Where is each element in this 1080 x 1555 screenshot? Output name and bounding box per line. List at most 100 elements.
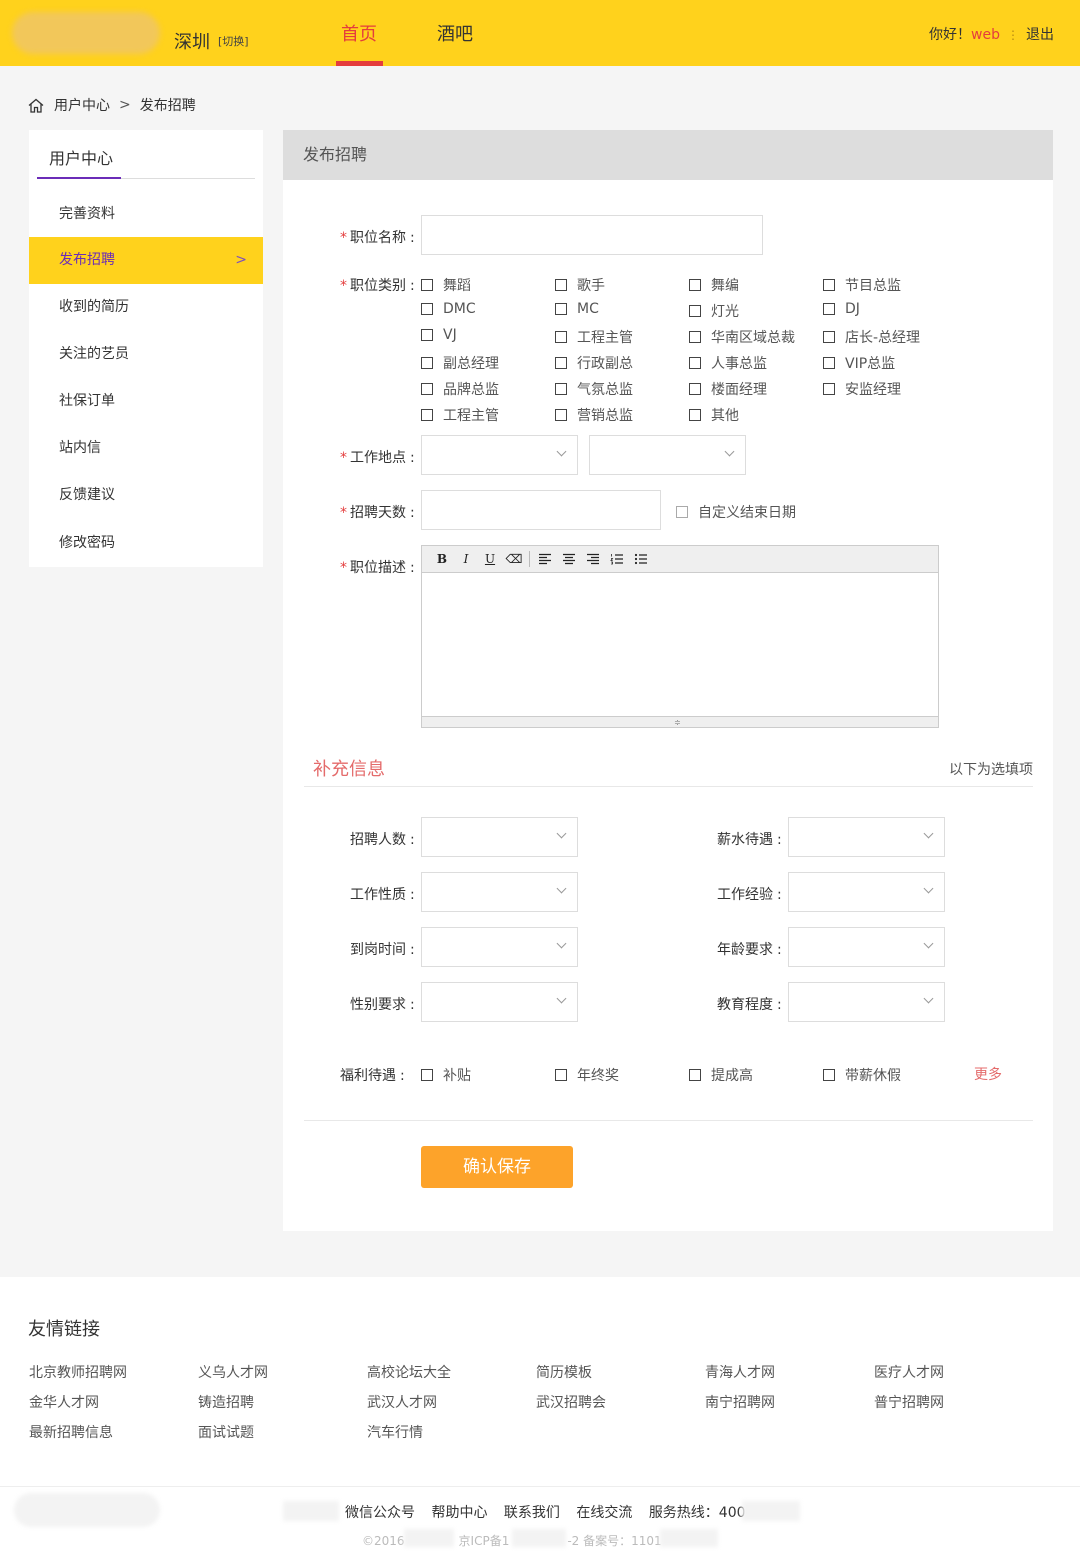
sidebar-item-messages[interactable]: 站内信: [29, 425, 263, 472]
job-type-select[interactable]: [421, 872, 578, 912]
start-time-select[interactable]: [421, 927, 578, 967]
gender-select[interactable]: [421, 982, 578, 1022]
education-select[interactable]: [788, 982, 945, 1022]
job-category-checkbox[interactable]: VIP总监: [823, 353, 895, 373]
job-category-checkbox[interactable]: 人事总监: [689, 353, 767, 373]
friend-link[interactable]: 青海人才网: [705, 1362, 775, 1382]
job-category-checkbox[interactable]: DMC: [421, 301, 476, 317]
benefit-checkbox[interactable]: 提成高: [689, 1065, 753, 1085]
job-category-checkbox[interactable]: 气氛总监: [555, 379, 633, 399]
salary-select[interactable]: [788, 817, 945, 857]
friend-link[interactable]: 医疗人才网: [874, 1362, 944, 1382]
nav-home[interactable]: 首页: [341, 20, 377, 46]
eraser-icon[interactable]: ⌫: [502, 549, 526, 569]
sidebar-item-profile[interactable]: 完善资料: [29, 191, 263, 238]
sidebar: 用户中心 完善资料 发布招聘 > 收到的简历 关注的艺员 社保订单 站内信 反馈建…: [29, 130, 263, 567]
job-category-checkbox[interactable]: 舞蹈: [421, 275, 471, 295]
footer-wechat-link[interactable]: 微信公众号: [345, 1505, 415, 1521]
footer-divider: [0, 1486, 1080, 1487]
friend-link[interactable]: 高校论坛大全: [367, 1362, 451, 1382]
friend-link[interactable]: 普宁招聘网: [874, 1392, 944, 1412]
job-name-input[interactable]: [421, 215, 763, 255]
breadcrumb-current: 发布招聘: [139, 98, 196, 114]
start-time-label: 到岗时间:: [350, 942, 415, 958]
job-category-checkbox[interactable]: 工程主管: [555, 327, 633, 347]
job-category-checkbox[interactable]: 店长-总经理: [823, 327, 920, 347]
ordered-list-icon[interactable]: [605, 549, 629, 569]
job-category-checkbox[interactable]: 工程主管: [421, 405, 499, 425]
friend-link[interactable]: 北京教师招聘网: [29, 1362, 127, 1382]
friend-link[interactable]: 武汉招聘会: [536, 1392, 606, 1412]
friend-link[interactable]: 面试试题: [198, 1422, 254, 1442]
footer-help-link[interactable]: 帮助中心: [431, 1505, 487, 1521]
friend-link[interactable]: 武汉人才网: [367, 1392, 437, 1412]
province-select[interactable]: [421, 435, 578, 475]
underline-button[interactable]: U: [478, 549, 502, 569]
sidebar-item-social-orders[interactable]: 社保订单: [29, 378, 263, 425]
job-category-checkbox[interactable]: 营销总监: [555, 405, 633, 425]
job-category-checkbox[interactable]: 灯光: [689, 301, 739, 321]
friend-link[interactable]: 铸造招聘: [198, 1392, 254, 1412]
job-category-checkbox[interactable]: 行政副总: [555, 353, 633, 373]
friend-link[interactable]: 金华人才网: [29, 1392, 99, 1412]
chevron-down-icon: [556, 446, 567, 457]
friend-link[interactable]: 简历模板: [536, 1362, 592, 1382]
sidebar-item-feedback[interactable]: 反馈建议: [29, 472, 263, 519]
align-center-icon[interactable]: [557, 549, 581, 569]
sidebar-item-post-job[interactable]: 发布招聘 >: [29, 237, 263, 284]
city-switch-link[interactable]: [切换]: [218, 33, 249, 49]
benefit-checkbox[interactable]: 补贴: [421, 1065, 471, 1085]
custom-end-date-checkbox[interactable]: 自定义结束日期: [676, 502, 796, 522]
friend-link[interactable]: 义乌人才网: [198, 1362, 268, 1382]
editor-resize-bar[interactable]: ≑: [422, 716, 938, 727]
chevron-down-icon: [724, 446, 735, 457]
job-category-checkbox[interactable]: 华南区域总裁: [689, 327, 795, 347]
italic-button[interactable]: I: [454, 549, 478, 569]
footer-nav: 微信公众号 帮助中心 联系我们 在线交流 服务热线：400-: [345, 1502, 763, 1522]
benefit-checkbox[interactable]: 年终奖: [555, 1065, 619, 1085]
job-category-checkbox[interactable]: MC: [555, 301, 599, 317]
job-category-checkbox[interactable]: 副总经理: [421, 353, 499, 373]
footer-chat-link[interactable]: 在线交流: [576, 1505, 632, 1521]
job-category-checkbox[interactable]: 楼面经理: [689, 379, 767, 399]
friend-link[interactable]: 南宁招聘网: [705, 1392, 775, 1412]
bold-button[interactable]: B: [430, 549, 454, 569]
align-right-icon[interactable]: [581, 549, 605, 569]
job-category-checkbox[interactable]: 其他: [689, 405, 739, 425]
more-benefits-link[interactable]: 更多: [974, 1064, 1002, 1084]
job-category-checkbox[interactable]: 安监经理: [823, 379, 901, 399]
job-category-checkbox[interactable]: VJ: [421, 327, 457, 343]
job-category-checkbox[interactable]: DJ: [823, 301, 860, 317]
username-link[interactable]: web: [971, 27, 1000, 43]
unordered-list-icon[interactable]: [629, 549, 653, 569]
save-button[interactable]: 确认保存: [421, 1146, 573, 1188]
blurred-text: [512, 1529, 566, 1547]
site-logo[interactable]: [12, 12, 160, 54]
recruit-days-input[interactable]: [421, 490, 661, 530]
salary-label: 薪水待遇:: [717, 832, 782, 848]
friend-link[interactable]: 最新招聘信息: [29, 1422, 113, 1442]
job-category-checkbox[interactable]: 歌手: [555, 275, 605, 295]
nav-bar[interactable]: 酒吧: [437, 20, 473, 46]
align-left-icon[interactable]: [533, 549, 557, 569]
friend-link[interactable]: 汽车行情: [367, 1422, 423, 1442]
top-header: 深圳 [切换] 首页 酒吧 你好！web ⋮ 退出: [0, 0, 1080, 66]
sidebar-item-followed-artists[interactable]: 关注的艺员: [29, 331, 263, 378]
sidebar-item-change-password[interactable]: 修改密码: [29, 520, 263, 567]
footer-contact-link[interactable]: 联系我们: [504, 1505, 560, 1521]
breadcrumb: 用户中心 > 发布招聘: [28, 95, 196, 115]
breadcrumb-user-center[interactable]: 用户中心: [54, 95, 110, 115]
job-category-checkbox[interactable]: 品牌总监: [421, 379, 499, 399]
gender-label: 性别要求:: [350, 997, 415, 1013]
headcount-select[interactable]: [421, 817, 578, 857]
logout-link[interactable]: 退出: [1026, 27, 1054, 43]
sidebar-item-resumes[interactable]: 收到的简历: [29, 284, 263, 331]
city-select[interactable]: [589, 435, 746, 475]
home-icon[interactable]: [28, 98, 44, 113]
age-select[interactable]: [788, 927, 945, 967]
job-category-checkbox[interactable]: 舞编: [689, 275, 739, 295]
job-category-checkbox[interactable]: 节目总监: [823, 275, 901, 295]
footer-hotline: 服务热线：400-: [648, 1505, 751, 1521]
experience-select[interactable]: [788, 872, 945, 912]
benefit-checkbox[interactable]: 带薪休假: [823, 1065, 901, 1085]
